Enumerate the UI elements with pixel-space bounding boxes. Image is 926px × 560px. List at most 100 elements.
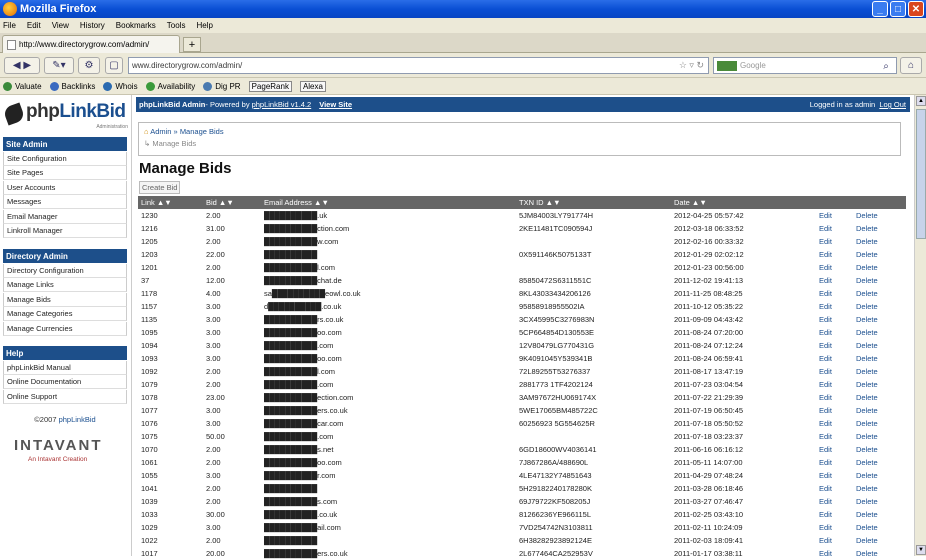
scroll-up-icon[interactable]: ▲ xyxy=(916,96,926,106)
sidebar-item-manage-bids[interactable]: Manage Bids xyxy=(3,293,127,307)
delete-link[interactable]: Delete xyxy=(853,209,906,222)
view-site-link[interactable]: View Site xyxy=(319,100,352,109)
delete-link[interactable]: Delete xyxy=(853,404,906,417)
bookmark-alexa[interactable]: Alexa xyxy=(299,80,326,92)
edit-link[interactable]: Edit xyxy=(816,261,853,274)
delete-link[interactable]: Delete xyxy=(853,287,906,300)
bookmark-valuate[interactable]: Valuate xyxy=(3,81,42,91)
page-info-icon[interactable]: ▢ xyxy=(105,57,123,74)
edit-link[interactable]: Edit xyxy=(816,313,853,326)
edit-link[interactable]: Edit xyxy=(816,482,853,495)
menu-edit[interactable]: Edit xyxy=(27,21,41,30)
edit-link[interactable]: Edit xyxy=(816,235,853,248)
home-icon[interactable]: ⌂ xyxy=(900,57,922,74)
edit-link[interactable]: Edit xyxy=(816,534,853,547)
menu-file[interactable]: File xyxy=(3,21,16,30)
edit-link[interactable]: Edit xyxy=(816,326,853,339)
delete-link[interactable]: Delete xyxy=(853,352,906,365)
menu-bookmarks[interactable]: Bookmarks xyxy=(116,21,156,30)
delete-link[interactable]: Delete xyxy=(853,482,906,495)
breadcrumb-current[interactable]: Manage Bids xyxy=(180,127,224,136)
edit-link[interactable]: Edit xyxy=(816,521,853,534)
edit-link[interactable]: Edit xyxy=(816,274,853,287)
sidebar-item-messages[interactable]: Messages xyxy=(3,195,127,209)
edit-link[interactable]: Edit xyxy=(816,209,853,222)
edit-link[interactable]: Edit xyxy=(816,508,853,521)
maximize-button[interactable]: □ xyxy=(890,1,906,17)
menu-view[interactable]: View xyxy=(52,21,69,30)
delete-link[interactable]: Delete xyxy=(853,261,906,274)
sidebar-item-manage-links[interactable]: Manage Links xyxy=(3,278,127,292)
edit-link[interactable]: Edit xyxy=(816,430,853,443)
bookmark-whois[interactable]: Whois xyxy=(103,81,138,91)
bookmark-backlinks[interactable]: Backlinks xyxy=(49,81,95,91)
sidebar-item-manage-categories[interactable]: Manage Categories xyxy=(3,307,127,321)
sidebar-item-online-support[interactable]: Online Support xyxy=(3,390,127,404)
menu-help[interactable]: Help xyxy=(196,21,212,30)
menu-tools[interactable]: Tools xyxy=(167,21,186,30)
delete-link[interactable]: Delete xyxy=(853,469,906,482)
star-icon[interactable]: ☆ ▿ ↻ xyxy=(679,60,704,71)
sidebar-item-linkroll-manager[interactable]: Linkroll Manager xyxy=(3,224,127,238)
edit-link[interactable]: Edit xyxy=(816,248,853,261)
col-bid[interactable]: Bid ▲▼ xyxy=(203,196,261,209)
delete-link[interactable]: Delete xyxy=(853,456,906,469)
delete-link[interactable]: Delete xyxy=(853,443,906,456)
bookmark-availability[interactable]: Availability xyxy=(145,81,195,91)
delete-link[interactable]: Delete xyxy=(853,365,906,378)
edit-link[interactable]: Edit xyxy=(816,365,853,378)
sidebar-item-online-documentation[interactable]: Online Documentation xyxy=(3,375,127,389)
new-tab-button[interactable]: + xyxy=(183,37,201,52)
edit-link[interactable]: Edit xyxy=(816,287,853,300)
delete-link[interactable]: Delete xyxy=(853,274,906,287)
sidebar-item-email-manager[interactable]: Email Manager xyxy=(3,210,127,224)
create-bid-button[interactable]: Create Bid xyxy=(139,181,181,194)
delete-link[interactable]: Delete xyxy=(853,300,906,313)
edit-link[interactable]: Edit xyxy=(816,339,853,352)
col-txn[interactable]: TXN ID ▲▼ xyxy=(516,196,671,209)
edit-link[interactable]: Edit xyxy=(816,222,853,235)
search-input[interactable]: Google xyxy=(713,57,897,74)
delete-link[interactable]: Delete xyxy=(853,313,906,326)
edit-link[interactable]: Edit xyxy=(816,443,853,456)
col-link[interactable]: Link ▲▼ xyxy=(138,196,203,209)
edit-link[interactable]: Edit xyxy=(816,495,853,508)
sidebar-item-site-pages[interactable]: Site Pages xyxy=(3,166,127,180)
delete-link[interactable]: Delete xyxy=(853,378,906,391)
edit-link[interactable]: Edit xyxy=(816,404,853,417)
minimize-button[interactable]: _ xyxy=(872,1,888,17)
delete-link[interactable]: Delete xyxy=(853,508,906,521)
sidebar-item-manual[interactable]: phpLinkBid Manual xyxy=(3,361,127,375)
delete-link[interactable]: Delete xyxy=(853,547,906,560)
delete-link[interactable]: Delete xyxy=(853,391,906,404)
edit-link[interactable]: Edit xyxy=(816,352,853,365)
close-button[interactable]: ✕ xyxy=(908,1,924,17)
delete-link[interactable]: Delete xyxy=(853,521,906,534)
menu-history[interactable]: History xyxy=(80,21,105,30)
col-email[interactable]: Email Address ▲▼ xyxy=(261,196,516,209)
version-link[interactable]: phpLinkBid v1.4.2 xyxy=(252,100,312,109)
delete-link[interactable]: Delete xyxy=(853,248,906,261)
edit-link[interactable]: Edit xyxy=(816,391,853,404)
bookmark-digpr[interactable]: Dig PR xyxy=(203,81,241,91)
edit-tools-icon[interactable]: ✎▾ xyxy=(44,57,74,74)
tab-admin[interactable]: http://www.directorygrow.com/admin/ xyxy=(2,35,180,53)
delete-link[interactable]: Delete xyxy=(853,417,906,430)
sidebar-item-directory-configuration[interactable]: Directory Configuration xyxy=(3,264,127,278)
edit-link[interactable]: Edit xyxy=(816,417,853,430)
vertical-scrollbar[interactable]: ▲ ▼ xyxy=(914,95,926,556)
delete-link[interactable]: Delete xyxy=(853,534,906,547)
phplinkbid-logo[interactable]: phpLinkBid Administration xyxy=(2,101,128,130)
bookmark-pagerank[interactable]: PageRank xyxy=(248,80,292,92)
delete-link[interactable]: Delete xyxy=(853,495,906,508)
url-bar[interactable]: www.directorygrow.com/admin/ ☆ ▿ ↻ xyxy=(128,57,709,74)
sidebar-item-manage-currencies[interactable]: Manage Currencies xyxy=(3,322,127,336)
scroll-down-icon[interactable]: ▼ xyxy=(916,545,926,555)
sidebar-item-user-accounts[interactable]: User Accounts xyxy=(3,181,127,195)
delete-link[interactable]: Delete xyxy=(853,326,906,339)
edit-link[interactable]: Edit xyxy=(816,300,853,313)
addon-icon[interactable]: ⚙ xyxy=(78,57,100,74)
scroll-thumb[interactable] xyxy=(916,109,926,239)
breadcrumb-admin[interactable]: Admin xyxy=(150,127,171,136)
logout-link[interactable]: Log Out xyxy=(879,100,906,109)
